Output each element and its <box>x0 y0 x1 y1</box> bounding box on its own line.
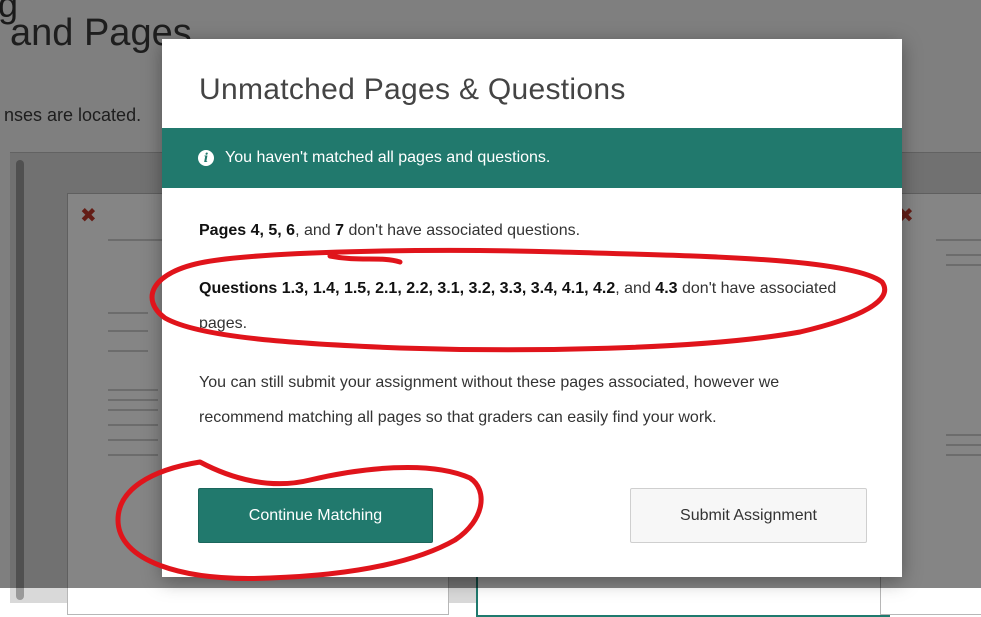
last-question: 4.3 <box>655 280 678 297</box>
unmatched-questions-message: Questions 1.3, 1.4, 1.5, 2.1, 2.2, 3.1, … <box>199 280 837 332</box>
submit-assignment-button[interactable]: Submit Assignment <box>630 488 867 543</box>
unmatched-pages-message: Pages 4, 5, 6, and 7 don't have associat… <box>199 222 581 239</box>
warning-text: You haven't matched all pages and questi… <box>225 149 551 166</box>
unmatched-dialog: Unmatched Pages & Questions i You haven'… <box>162 39 902 577</box>
pages-list: Pages 4, 5, 6 <box>199 222 296 239</box>
info-icon: i <box>198 150 214 166</box>
questions-label: Questions <box>199 280 278 297</box>
last-page: 7 <box>335 222 344 239</box>
questions-list: 1.3, 1.4, 1.5, 2.1, 2.2, 3.1, 3.2, 3.3, … <box>281 280 616 297</box>
dialog-title: Unmatched Pages & Questions <box>199 73 626 106</box>
continue-matching-button[interactable]: Continue Matching <box>198 488 433 543</box>
recommendation-text: You can still submit your assignment wit… <box>199 374 780 426</box>
warning-banner: i You haven't matched all pages and ques… <box>162 128 902 188</box>
